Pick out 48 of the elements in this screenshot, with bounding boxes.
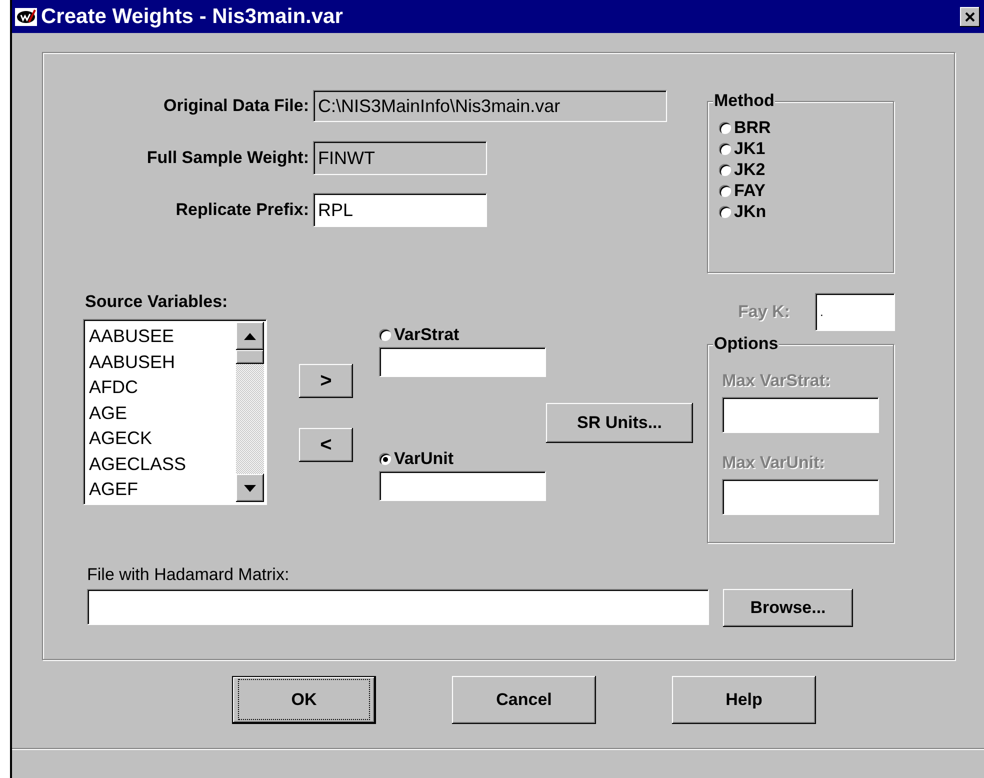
field-label: Max VarStrat: bbox=[722, 371, 832, 391]
field-label: Max VarUnit: bbox=[722, 453, 826, 473]
up-arrow-icon bbox=[244, 332, 256, 340]
text-field[interactable]: FINWT bbox=[313, 141, 487, 175]
close-icon bbox=[965, 12, 975, 22]
listbox[interactable]: AABUSEE AABUSEH AFDC AGE AGECK AGECLASS AGEF bbox=[83, 319, 267, 505]
field-label: Fay K: bbox=[737, 302, 791, 322]
group-title: Options bbox=[714, 334, 778, 353]
list-item[interactable]: AGECLASS bbox=[89, 452, 233, 477]
radio-option[interactable]: JK2 bbox=[719, 159, 895, 180]
move-button[interactable]: > bbox=[299, 364, 353, 398]
radio-option[interactable]: VarUnit bbox=[379, 449, 546, 469]
radio-option[interactable]: FAY bbox=[719, 180, 895, 201]
down-arrow-icon bbox=[244, 484, 256, 492]
list-item[interactable]: AABUSEE bbox=[89, 324, 233, 350]
list-item[interactable]: AGEF bbox=[89, 477, 233, 502]
window-title: Create Weights - Nis3main.var bbox=[41, 4, 343, 28]
field-label: Full Sample Weight: bbox=[146, 148, 310, 168]
sr-units-button[interactable]: SR Units... bbox=[546, 403, 693, 443]
scroll-thumb[interactable] bbox=[236, 350, 264, 364]
list-item[interactable]: AGE bbox=[89, 400, 233, 426]
radio-option[interactable]: BRR bbox=[719, 117, 895, 138]
radio-option[interactable]: JK1 bbox=[719, 138, 895, 159]
field-label: Replicate Prefix: bbox=[174, 200, 310, 220]
dialog-button[interactable]: Cancel bbox=[452, 676, 596, 724]
field-label: File with Hadamard Matrix: bbox=[87, 565, 290, 585]
text-field[interactable] bbox=[379, 347, 546, 377]
list-item[interactable]: AGECK bbox=[89, 426, 233, 452]
list-item[interactable]: AABUSEH bbox=[89, 350, 233, 375]
radio-option[interactable]: VarStrat bbox=[379, 325, 546, 345]
text-field[interactable] bbox=[379, 471, 546, 501]
field-label: Original Data File: bbox=[162, 96, 310, 116]
scrollbar[interactable] bbox=[236, 322, 264, 502]
text-field[interactable]: C:\NIS3MainInfo\Nis3main.var bbox=[313, 90, 667, 122]
browse-button[interactable]: Browse... bbox=[723, 589, 853, 627]
field-label: Source Variables: bbox=[85, 292, 229, 312]
radio-option[interactable]: JKn bbox=[719, 201, 895, 222]
text-field[interactable]: RPL bbox=[313, 193, 487, 227]
app-icon bbox=[15, 8, 37, 26]
dialog-button[interactable]: Help bbox=[672, 676, 816, 724]
scroll-down-button[interactable] bbox=[236, 474, 264, 502]
scroll-up-button[interactable] bbox=[236, 322, 264, 350]
close-button[interactable] bbox=[960, 6, 980, 26]
text-field[interactable] bbox=[87, 589, 709, 625]
dialog-button[interactable]: OK bbox=[232, 676, 376, 724]
move-button[interactable]: < bbox=[299, 428, 353, 462]
group-title: Method bbox=[714, 91, 774, 110]
list-item[interactable]: AFDC bbox=[89, 375, 233, 400]
